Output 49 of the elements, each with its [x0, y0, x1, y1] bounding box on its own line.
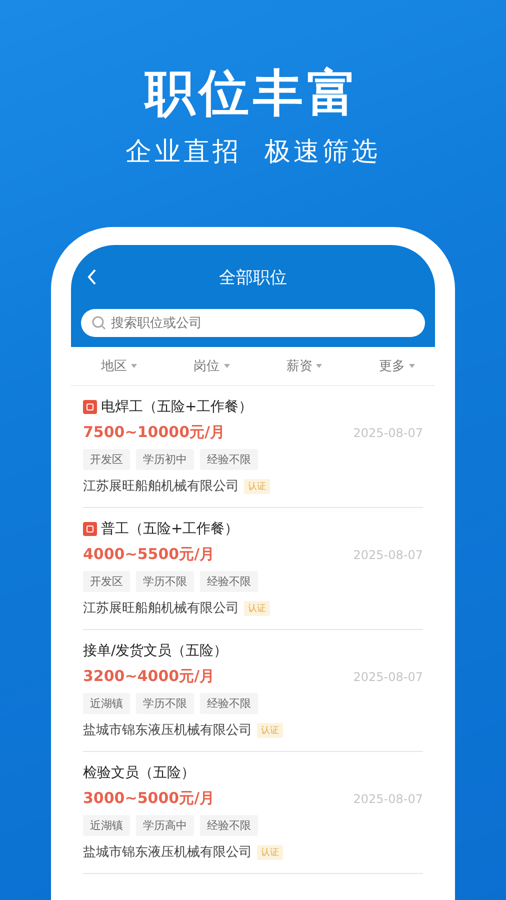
salary: 7500~10000元/月 — [83, 423, 225, 442]
post-date: 2025-08-07 — [353, 670, 423, 684]
back-icon[interactable] — [87, 268, 97, 286]
job-tag: 近湖镇 — [83, 815, 130, 836]
job-tag: 经验不限 — [200, 571, 258, 592]
subtitle: 企业直招 极速筛选 — [126, 136, 380, 169]
job-card[interactable]: 接单/发货文员（五险） 3200~4000元/月 2025-08-07 近湖镇 学历不限 经验不限 盐城市锦东液压机械有限公司 认证 — [83, 630, 423, 752]
job-title: 电焊工（五险+工作餐） — [101, 398, 253, 416]
filter-dropdown[interactable]: 地区 — [101, 357, 137, 375]
headline: 职位丰富 — [145, 63, 361, 124]
caret-icon — [131, 364, 137, 368]
post-date: 2025-08-07 — [353, 426, 423, 440]
filter-dropdown[interactable]: 岗位 — [194, 357, 230, 375]
verified-badge: 认证 — [257, 844, 283, 860]
filter-dropdown[interactable]: 更多 — [378, 357, 415, 375]
job-tag: 学历高中 — [136, 815, 194, 836]
company-name: 江苏展旺船舶机械有限公司 — [83, 478, 239, 495]
job-card[interactable]: 电焊工（五险+工作餐） 7500~10000元/月 2025-08-07 开发区 学历初中 经验不限 江苏展旺船舶机械有限公司 认证 — [83, 386, 423, 508]
search-field[interactable]: 搜索职位或公司 — [81, 309, 425, 337]
job-tag: 学历不限 — [136, 571, 194, 592]
verified-badge: 认证 — [257, 722, 283, 738]
job-card[interactable]: 普工（五险+工作餐） 4000~5500元/月 2025-08-07 开发区 学历不限 经验不限 江苏展旺船舶机械有限公司 认证 — [83, 508, 423, 630]
salary: 3200~4000元/月 — [83, 667, 215, 686]
post-date: 2025-08-07 — [353, 548, 423, 562]
verified-badge: 认证 — [244, 478, 270, 494]
job-tag: 近湖镇 — [83, 693, 130, 714]
job-tag: 经验不限 — [200, 693, 258, 714]
filter-dropdown[interactable]: 薪资 — [286, 357, 322, 375]
job-title: 普工（五险+工作餐） — [101, 520, 239, 538]
job-tag: 经验不限 — [200, 815, 258, 836]
screen-title: 全部职位 — [219, 266, 287, 288]
job-title: 检验文员（五险） — [83, 764, 195, 782]
job-tag: 开发区 — [83, 571, 130, 592]
caret-icon — [316, 364, 322, 368]
post-date: 2025-08-07 — [353, 792, 423, 806]
salary: 4000~5500元/月 — [83, 545, 215, 564]
caret-icon — [408, 364, 415, 368]
caret-icon — [224, 364, 230, 368]
job-tag: 学历初中 — [136, 449, 194, 470]
company-name: 盐城市锦东液压机械有限公司 — [83, 722, 252, 739]
company-name: 江苏展旺船舶机械有限公司 — [83, 600, 239, 617]
job-tag: 开发区 — [83, 449, 130, 470]
company-name: 盐城市锦东液压机械有限公司 — [83, 844, 252, 861]
verified-badge: 认证 — [244, 600, 270, 616]
job-tag: 经验不限 — [200, 449, 258, 470]
job-tag: 学历不限 — [136, 693, 194, 714]
job-title: 接单/发货文员（五险） — [83, 642, 228, 660]
job-card[interactable]: 检验文员（五险） 3000~5000元/月 2025-08-07 近湖镇 学历高中 经验不限 盐城市锦东液压机械有限公司 认证 — [83, 752, 423, 874]
salary: 3000~5000元/月 — [83, 789, 215, 808]
